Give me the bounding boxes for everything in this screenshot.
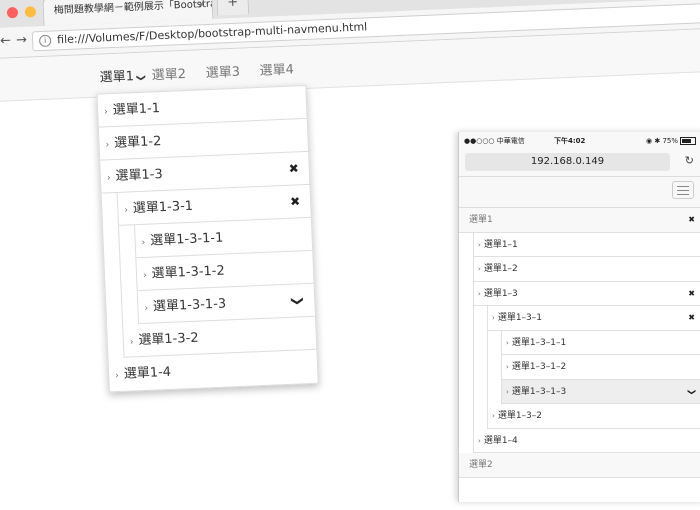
- menu-item-label: 選單1–4: [483, 435, 518, 446]
- battery-status: ◉ ✱ 75%: [646, 132, 696, 150]
- close-icon[interactable]: ✖: [289, 185, 301, 218]
- menu-item-label: 選單1-3-2: [138, 330, 199, 349]
- mobile-url-field[interactable]: 192.168.0.149: [465, 153, 670, 171]
- chevron-down-icon: ❯: [135, 73, 147, 82]
- chevron-right-icon: ›: [141, 237, 146, 248]
- mobile-menu-item-1-3-1-2[interactable]: › 選單1–3–1–2: [502, 355, 700, 380]
- status-icons: ◉ ✱: [646, 137, 661, 145]
- mobile-address-bar: 192.168.0.149 ↻: [459, 150, 700, 177]
- chevron-down-icon[interactable]: ❯: [680, 388, 700, 395]
- chevron-right-icon: ›: [115, 371, 120, 382]
- chevron-right-icon: ›: [478, 436, 481, 445]
- menu-item-label: 選單1-4: [123, 364, 172, 382]
- menu-item-label: 選單1–3: [483, 288, 518, 299]
- chevron-right-icon: ›: [124, 205, 129, 216]
- menu-item-label: 選單1–3–1: [497, 313, 542, 323]
- mobile-menu-item-1-3-1[interactable]: › 選單1–3–1 ✖: [488, 306, 700, 331]
- nav-item-label: 選單1: [99, 69, 135, 86]
- chevron-right-icon: ›: [129, 337, 134, 348]
- mobile-menu-item-1[interactable]: 選單1 ✖: [459, 208, 700, 233]
- chevron-right-icon: ›: [492, 412, 495, 420]
- chevron-right-icon: ›: [105, 140, 110, 151]
- menu-item-label: 選單1–3–2: [497, 411, 542, 421]
- nav-item-menu4[interactable]: 選單4: [259, 58, 294, 78]
- close-icon[interactable]: ✖: [688, 282, 695, 306]
- mobile-menu-item-1-3-1-3[interactable]: › 選單1–3–1–3 ❯: [502, 379, 700, 404]
- menu-item-label: 選單1-3-1-2: [151, 263, 226, 282]
- mobile-menu-item-1-1[interactable]: › 選單1–1: [474, 233, 700, 257]
- mobile-phone-screen: ●●○○○ 中華電信 下午4:02 ◉ ✱ 75% 192.168.0.149 …: [458, 132, 700, 502]
- info-icon[interactable]: i: [38, 34, 52, 48]
- url-text: file:///Volumes/F/Desktop/bootstrap-mult…: [56, 20, 368, 47]
- chevron-right-icon: ›: [478, 289, 481, 298]
- mobile-menu-item-1-3-2[interactable]: › 選單1–3–2: [488, 404, 700, 429]
- chevron-right-icon: ›: [106, 173, 111, 184]
- close-window-button[interactable]: [6, 6, 19, 19]
- battery-percent: 75%: [662, 137, 678, 145]
- menu-item-label: 選單1–2: [483, 264, 518, 274]
- chevron-right-icon: ›: [144, 303, 149, 314]
- hamburger-menu-icon[interactable]: [672, 181, 694, 199]
- mobile-submenu-1: › 選單1–1 › 選單1–2 › 選單1–3 ✖ › 選單1–3–1 ✖ › 選單1–3…: [473, 232, 700, 453]
- menu-item-label: 選單1-3-1-1: [149, 230, 224, 249]
- mobile-submenu-1-3-1: › 選單1–3–1–1 › 選單1–3–1–2 › 選單1–3–1–3 ❯: [501, 330, 700, 404]
- menu-item-label: 選單1–3–1–2: [511, 362, 567, 372]
- new-tab-button[interactable]: +: [216, 0, 250, 16]
- chevron-right-icon: ›: [506, 338, 509, 347]
- menu-item-label: 選單1-3-1-3: [152, 296, 227, 315]
- chevron-down-icon[interactable]: ❯: [281, 295, 314, 307]
- chevron-right-icon: ›: [104, 107, 109, 118]
- menu-item-label: 選單1–3–1–1: [511, 337, 567, 348]
- submenu-1-3: › 選單1-3-1 ✖ › 選單1-3-1-1 › 選單1-3-1-2 › 選單1-3-…: [116, 184, 317, 358]
- mobile-submenu-1-3: › 選單1–3–1 ✖ › 選單1–3–1–1 › 選單1–3–1–2 › 選單1–3–…: [487, 306, 700, 429]
- mobile-menu-item-1-4[interactable]: › 選單1–4: [474, 429, 700, 453]
- menu-item-label: 選單1-2: [113, 134, 162, 152]
- back-arrow-icon[interactable]: ←: [0, 33, 11, 48]
- status-time: 下午4:02: [554, 137, 586, 145]
- menu-item-label: 選單1: [469, 215, 493, 225]
- status-bar: ●●○○○ 中華電信 下午4:02 ◉ ✱ 75%: [459, 132, 700, 150]
- tab-title: 梅問題教學網－範例展示「Bootstra: [53, 0, 214, 17]
- minimize-window-button[interactable]: [24, 6, 37, 18]
- menu-item-label: 選單1–1: [483, 239, 518, 250]
- menu-item-label: 選單1-3: [115, 167, 164, 184]
- mobile-menu-item-1-3-1-1[interactable]: › 選單1–3–1–1: [502, 331, 700, 355]
- mobile-menu-item-1-2[interactable]: › 選單1–2: [474, 257, 700, 282]
- close-icon[interactable]: ✖: [288, 152, 299, 185]
- close-icon[interactable]: ✖: [688, 306, 695, 330]
- mobile-menu-item-1-3[interactable]: › 選單1–3 ✖: [474, 282, 700, 306]
- mobile-menu-item-2[interactable]: 選單2: [459, 453, 700, 478]
- chevron-right-icon: ›: [478, 265, 481, 273]
- reload-icon[interactable]: ↻: [685, 154, 694, 167]
- chevron-right-icon: ›: [142, 270, 147, 281]
- menu-item-label: 選單1–3–1–3: [511, 386, 567, 397]
- nav-item-menu3[interactable]: 選單3: [205, 61, 240, 81]
- submenu-1-3-1: › 選單1-3-1-1 › 選單1-3-1-2 › 選單1-3-1-3 ❯: [133, 217, 315, 325]
- forward-arrow-icon[interactable]: →: [16, 33, 28, 48]
- carrier-signal: ●●○○○ 中華電信: [464, 137, 525, 145]
- chevron-right-icon: ›: [478, 240, 481, 249]
- nav-item-menu1[interactable]: 選單1❯: [99, 65, 147, 86]
- mobile-navbar: [459, 177, 700, 208]
- menu-item-label: 選單1-3-1: [132, 198, 194, 217]
- chevron-right-icon: ›: [492, 314, 495, 322]
- battery-icon: [680, 137, 696, 145]
- tab-close-icon[interactable]: ×: [197, 0, 206, 18]
- menu-item-label: 選單1-1: [112, 101, 161, 119]
- close-icon[interactable]: ✖: [688, 208, 695, 232]
- nav-item-menu2[interactable]: 選單2: [151, 63, 186, 83]
- chevron-right-icon: ›: [506, 363, 509, 371]
- chevron-right-icon: ›: [506, 387, 509, 396]
- dropdown-menu: › 選單1-1 › 選單1-2 › 選單1-3 ✖ › 選單1-3-1 ✖ › 選單1-3…: [96, 84, 319, 393]
